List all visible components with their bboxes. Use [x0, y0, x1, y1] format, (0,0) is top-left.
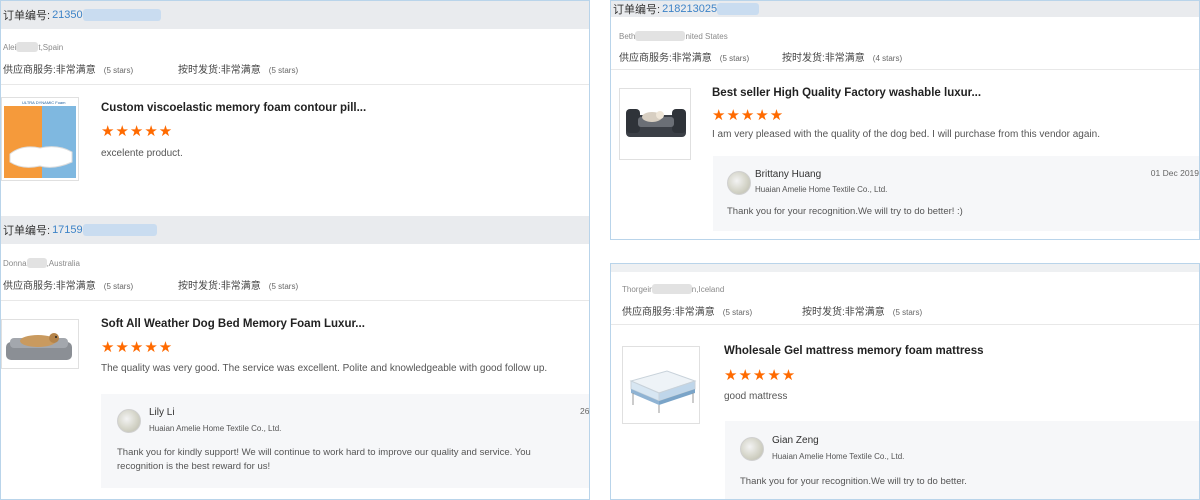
supplier-service-label: 供应商服务: [619, 53, 672, 64]
buyer-info: Alei t,Spain [3, 42, 63, 52]
delivery-stars: (4 stars) [872, 54, 903, 63]
review-text: excelente product. [101, 148, 183, 159]
order-number-redacted [82, 9, 161, 21]
order-number-link[interactable]: 21350 [52, 9, 83, 21]
delivery-value: 非常满意 [824, 53, 865, 64]
buyer-location: n,Iceland [691, 284, 725, 294]
product-title[interactable]: Custom viscoelastic memory foam contour … [101, 102, 366, 114]
reply-company: Huaian Amelie Home Textile Co., Ltd. [149, 424, 282, 433]
avatar [117, 409, 141, 433]
seller-ratings: 供应商服务: 非常满意 (5 stars) 按时发货: 非常满意 (4 star… [619, 49, 902, 64]
review-card-spain: 订单编号: 21350 Alei t,Spain 供应商服务: 非常满意 (5 … [0, 0, 590, 500]
order-label: 订单编号: [3, 10, 51, 22]
delivery-value: 非常满意 [220, 65, 261, 76]
review-text: The quality was very good. The service w… [101, 363, 548, 374]
review-text: I am very pleased with the quality of th… [712, 129, 1100, 140]
reply-author-name: Lily Li [149, 407, 175, 418]
reply-company: Huaian Amelie Home Textile Co., Ltd. [755, 185, 888, 194]
delivery-stars: (5 stars) [268, 282, 299, 291]
seller-ratings: 供应商服务: 非常满意 (5 stars) 按时发货: 非常满意 (5 star… [3, 277, 298, 292]
review-stars: ★★★★★ [101, 339, 174, 356]
reply-company: Huaian Amelie Home Textile Co., Ltd. [772, 452, 905, 461]
order-bar: 订单编号: 17159 [1, 216, 589, 244]
review-card-united-states: 订单编号: 218213025 Beth nited States 供应商服务:… [610, 0, 1200, 240]
reply-author-name: Brittany Huang [755, 169, 822, 180]
delivery-label: 按时发货: [802, 307, 845, 318]
buyer-info: Thorgeir n,Iceland [622, 284, 724, 294]
avatar [727, 171, 751, 195]
delivery-stars: (5 stars) [268, 66, 299, 75]
buyer-location: t,Spain [38, 42, 64, 52]
seller-ratings: 供应商服务: 非常满意 (5 stars) 按时发货: 非常满意 (5 star… [3, 61, 298, 76]
supplier-service-value: 非常满意 [674, 307, 715, 318]
review-stars: ★★★★★ [724, 367, 797, 384]
order-label: 订单编号: [3, 225, 51, 237]
review-card-iceland: Thorgeir n,Iceland 供应商服务: 非常满意 (5 stars)… [610, 263, 1200, 500]
reply-text: Thank you for your recognition.We will t… [740, 476, 967, 487]
order-label: 订单编号: [613, 4, 661, 16]
reply-date: 26 [580, 406, 590, 416]
avatar [740, 437, 764, 461]
reply-text-line: recognition is the best reward for us! [117, 461, 271, 472]
supplier-service-label: 供应商服务: [3, 65, 56, 76]
delivery-value: 非常满意 [844, 307, 885, 318]
supplier-service-label: 供应商服务: [622, 307, 675, 318]
delivery-label: 按时发货: [178, 65, 221, 76]
supplier-service-value: 非常满意 [55, 281, 96, 292]
delivery-stars: (5 stars) [892, 308, 923, 317]
seller-ratings: 供应商服务: 非常满意 (5 stars) 按时发货: 非常满意 (5 star… [622, 303, 922, 318]
seller-reply: Lily Li Huaian Amelie Home Textile Co., … [101, 394, 590, 488]
product-title[interactable]: Wholesale Gel mattress memory foam mattr… [724, 345, 984, 357]
review-stars: ★★★★★ [101, 123, 174, 140]
buyer-name: Beth [619, 31, 636, 41]
buyer-info: Donna ,Australia [3, 258, 80, 268]
reply-author-name: Gian Zeng [772, 435, 819, 446]
buyer-name: Donna [3, 258, 27, 268]
product-title[interactable]: Soft All Weather Dog Bed Memory Foam Lux… [101, 318, 365, 330]
supplier-service-value: 非常满意 [671, 53, 712, 64]
dog-bed-image[interactable] [1, 319, 79, 369]
pillow-image[interactable]: ULTRA DYNAMIC Foam [1, 97, 79, 181]
delivery-label: 按时发货: [178, 281, 221, 292]
order-number-redacted [717, 3, 760, 15]
review-text: good mattress [724, 391, 788, 402]
supplier-service-stars: (5 stars) [722, 308, 753, 317]
buyer-name: Thorgeir [622, 284, 652, 294]
order-number-link[interactable]: 218213025 [662, 3, 717, 15]
buyer-name-redacted [651, 284, 692, 294]
delivery-value: 非常满意 [220, 281, 261, 292]
review-stars: ★★★★★ [712, 107, 785, 124]
reply-text: Thank you for kindly support! We will co… [117, 446, 589, 474]
reply-date: 01 Dec 2019 [1150, 168, 1199, 178]
seller-reply: Gian Zeng Huaian Amelie Home Textile Co.… [725, 421, 1199, 499]
reply-text-line: Thank you for kindly support! We will co… [117, 447, 531, 458]
buyer-location: ,Australia [46, 258, 80, 268]
buyer-name-redacted [26, 258, 47, 268]
order-number-link[interactable]: 17159 [52, 224, 83, 236]
order-bar: 订单编号: 218213025 [611, 1, 1199, 17]
svg-text:ULTRA DYNAMIC Foam: ULTRA DYNAMIC Foam [22, 100, 66, 105]
mattress-image[interactable] [622, 346, 700, 424]
buyer-info: Beth nited States [619, 31, 728, 41]
order-bar: 订单编号: 21350 [1, 1, 589, 29]
supplier-service-label: 供应商服务: [3, 281, 56, 292]
order-number-redacted [82, 224, 157, 236]
product-title[interactable]: Best seller High Quality Factory washabl… [712, 87, 981, 99]
seller-reply: Brittany Huang Huaian Amelie Home Textil… [713, 156, 1199, 231]
reply-text: Thank you for your recognition.We will t… [727, 206, 963, 217]
supplier-service-value: 非常满意 [55, 65, 96, 76]
delivery-label: 按时发货: [782, 53, 825, 64]
supplier-service-stars: (5 stars) [103, 282, 134, 291]
buyer-name-redacted [635, 31, 686, 41]
buyer-location: nited States [685, 31, 728, 41]
pet-sofa-image[interactable] [619, 88, 691, 160]
supplier-service-stars: (5 stars) [103, 66, 134, 75]
buyer-name-redacted [16, 42, 39, 52]
buyer-name: Alei [3, 42, 17, 52]
supplier-service-stars: (5 stars) [719, 54, 750, 63]
